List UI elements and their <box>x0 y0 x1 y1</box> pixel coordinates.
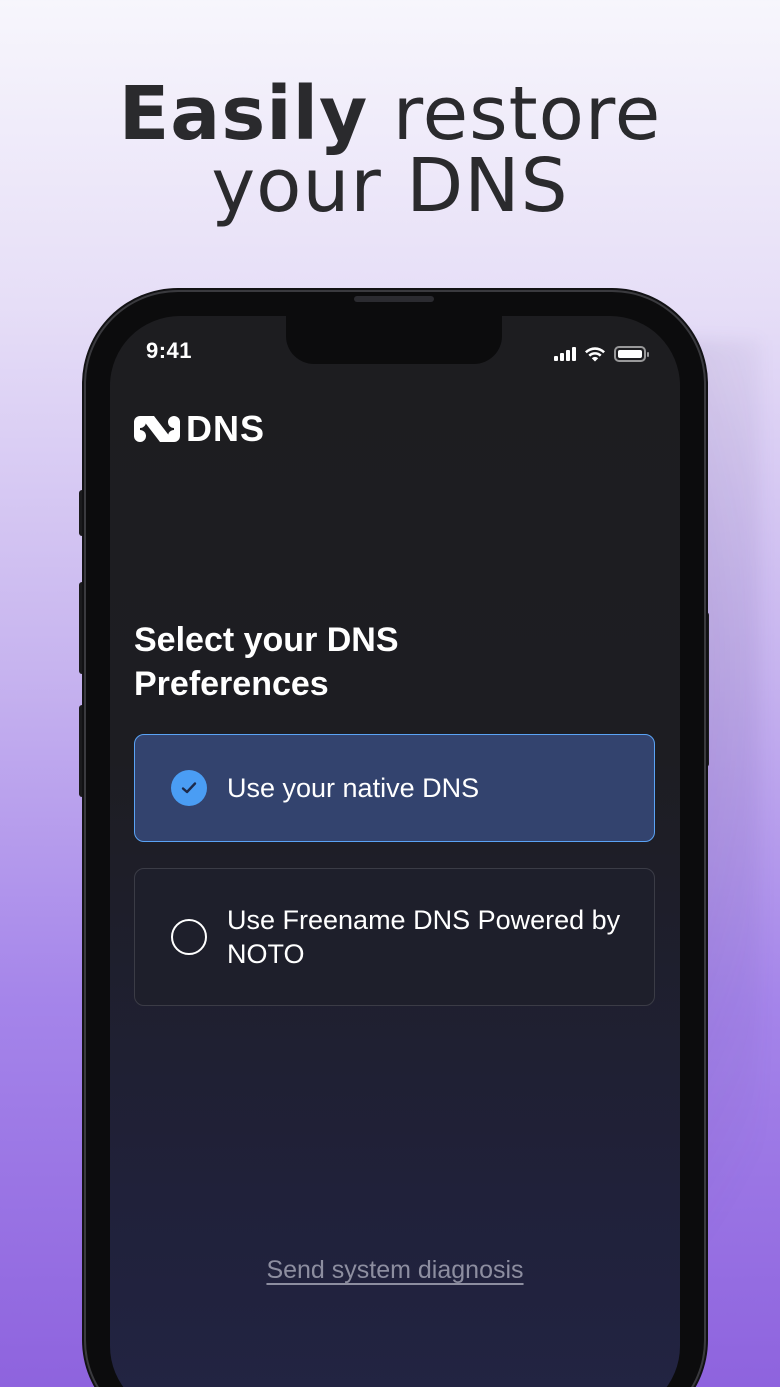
wifi-icon <box>585 347 605 362</box>
send-diagnosis-link[interactable]: Send system diagnosis <box>110 1256 680 1285</box>
phone-volume-down-button <box>79 705 85 797</box>
option-label: Use your native DNS <box>227 773 480 803</box>
option-label: Use Freename DNS Powered by NOTO <box>227 905 621 969</box>
cellular-signal-icon <box>554 347 576 361</box>
phone-volume-up-button <box>79 582 85 674</box>
status-icons <box>554 344 649 364</box>
status-time: 9:41 <box>146 338 193 363</box>
app-brand: DNS <box>132 408 265 450</box>
headline-line-1: Easily restore <box>0 77 780 151</box>
option-freename-dns[interactable]: Use Freename DNS Powered by NOTO <box>134 868 655 1006</box>
checkmark-icon <box>181 782 197 794</box>
phone-silent-switch <box>79 490 85 536</box>
option-native-dns[interactable]: Use your native DNS <box>134 734 655 842</box>
radio-checked-icon[interactable] <box>171 770 207 806</box>
noto-logo-icon <box>134 416 180 442</box>
brand-name: DNS <box>186 408 266 449</box>
battery-icon <box>614 346 649 362</box>
phone-notch <box>286 316 502 364</box>
radio-unchecked-icon[interactable] <box>171 919 207 955</box>
phone-speaker <box>354 296 434 302</box>
marketing-headline: Easily restore your DNS <box>0 77 780 229</box>
page-title: Select your DNS Preferences <box>134 621 399 703</box>
headline-line-2: your DNS <box>211 143 569 229</box>
phone-screen: 9:41 DNS Select your DNS Preferences Use… <box>110 316 680 1387</box>
